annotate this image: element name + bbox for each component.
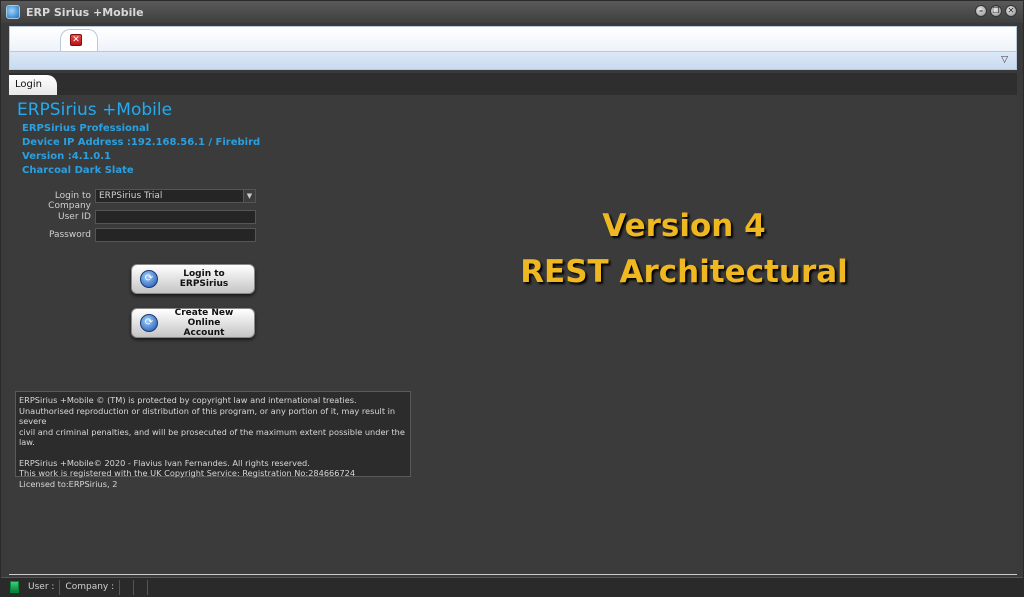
- create-account-button[interactable]: ⟳ Create New Online Account: [131, 308, 255, 338]
- close-button[interactable]: ✕: [1005, 5, 1017, 17]
- app-window: ERP Sirius +Mobile – ❐ ✕ ✕ ▽ Login ERPSi…: [0, 0, 1024, 597]
- login-button-label: Login to ERPSirius: [179, 269, 229, 289]
- brand-title: ERPSirius +Mobile: [17, 100, 173, 120]
- create-account-button-label: Create New Online Account: [158, 308, 254, 338]
- password-label: Password: [48, 230, 91, 240]
- login-panel: ERPSirius +Mobile ERPSirius Professional…: [9, 95, 1017, 575]
- chevron-down-icon[interactable]: ▼: [243, 190, 255, 202]
- status-bar: User : Company :: [1, 577, 1023, 596]
- legal-line: civil and criminal penalties, and will b…: [19, 426, 405, 448]
- legal-line: This work is registered with the UK Copy…: [19, 468, 356, 478]
- title-bar: ERP Sirius +Mobile – ❐ ✕: [1, 1, 1023, 23]
- restore-button[interactable]: ❐: [990, 5, 1002, 17]
- theme-label: Charcoal Dark Slate: [22, 165, 134, 176]
- legal-line: ERPSirius +Mobile © (TM) is protected by…: [19, 395, 357, 405]
- legal-line: Unauthorised reproduction or distributio…: [19, 405, 396, 427]
- close-icon[interactable]: ✕: [70, 34, 82, 46]
- document-tabstrip: Login: [9, 73, 1017, 95]
- refresh-arrow-icon: ⟳: [140, 270, 158, 288]
- company-select[interactable]: ERPSirius Trial ▼: [95, 189, 256, 203]
- tab-login[interactable]: Login: [9, 75, 57, 95]
- edition-label: ERPSirius Professional: [22, 123, 150, 134]
- user-id-label: User ID: [58, 212, 91, 222]
- door-icon: [10, 581, 19, 593]
- password-input[interactable]: [95, 228, 256, 242]
- version-label: Version :4.1.0.1: [22, 151, 111, 162]
- ribbon-bar: ▽: [10, 51, 1016, 69]
- copyright-notice: ERPSirius +Mobile © (TM) is protected by…: [15, 391, 411, 489]
- create-account-line2: Account: [183, 328, 225, 338]
- refresh-arrow-icon: ⟳: [140, 314, 158, 332]
- login-button[interactable]: ⟳ Login to ERPSirius: [131, 264, 255, 294]
- legal-line: Licensed to:ERPSirius, 2: [19, 478, 118, 489]
- promo-line-architecture: REST Architectural: [520, 254, 848, 290]
- ribbon-tab-row: ✕: [10, 27, 1016, 51]
- minimize-button[interactable]: –: [975, 5, 987, 17]
- status-cell: [120, 579, 135, 595]
- ribbon-tab[interactable]: ✕: [60, 29, 98, 51]
- promo-line-version: Version 4: [602, 208, 766, 244]
- chevron-down-icon[interactable]: ▽: [1001, 55, 1008, 65]
- create-account-line1: Create New Online: [174, 308, 234, 328]
- status-user: User :: [23, 579, 61, 595]
- window-controls: – ❐ ✕: [975, 5, 1017, 17]
- user-id-input[interactable]: [95, 210, 256, 224]
- company-label: Login to Company: [48, 191, 91, 211]
- app-logo-icon: [6, 5, 20, 19]
- status-company: Company :: [60, 579, 121, 595]
- version-promo: Version 4 REST Architectural: [469, 203, 899, 295]
- company-value: ERPSirius Trial: [99, 191, 163, 201]
- legal-line: ERPSirius +Mobile© 2020 - Flavius Ivan F…: [19, 457, 310, 468]
- ribbon: ✕ ▽: [9, 26, 1017, 70]
- status-cell: [134, 579, 149, 595]
- window-title: ERP Sirius +Mobile: [26, 5, 144, 19]
- device-ip-label: Device IP Address :192.168.56.1 / Firebi…: [22, 137, 261, 148]
